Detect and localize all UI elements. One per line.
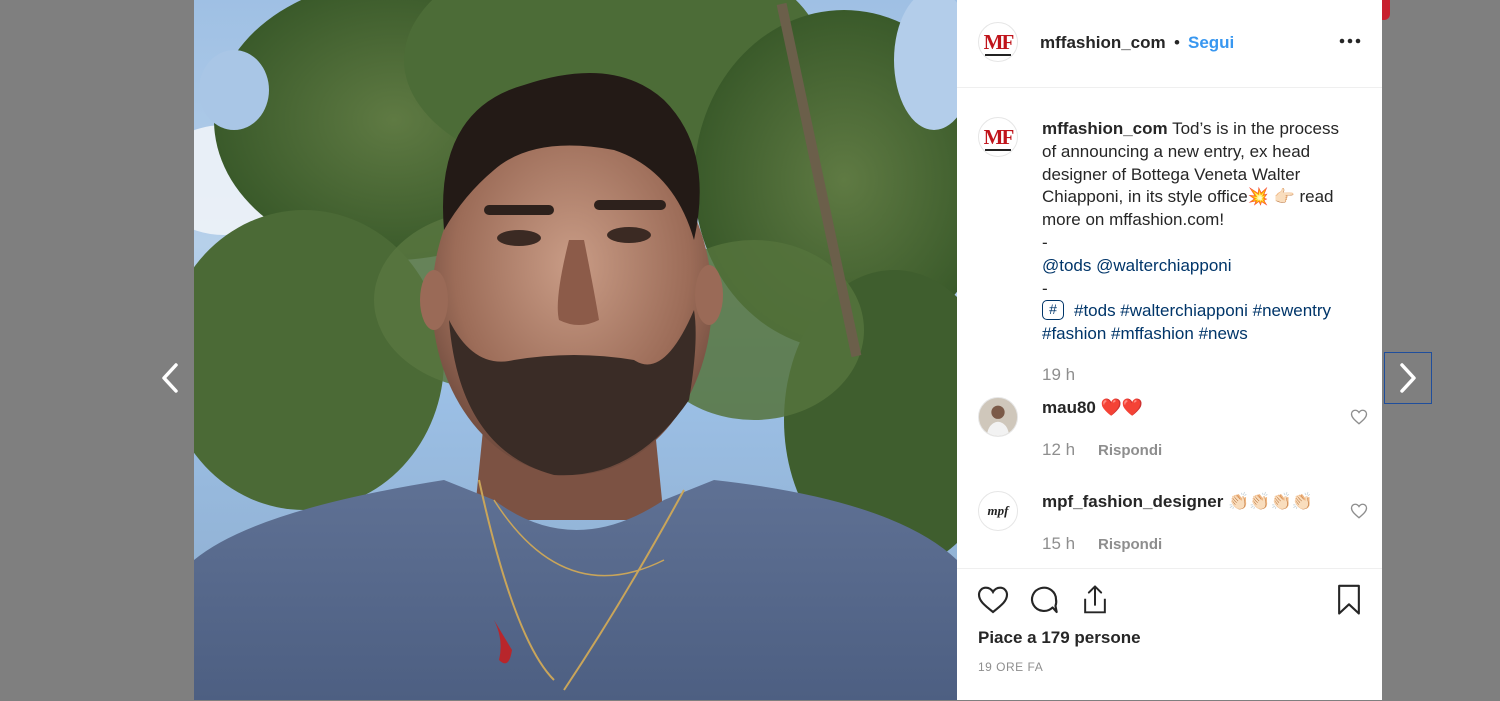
comment-like-icon[interactable]: [1350, 408, 1368, 426]
post-details-panel: MF mffashion_com • Segui MF mffashion_co…: [957, 0, 1382, 700]
caption-dash-2: -: [1042, 278, 1048, 298]
caption-dash-1: -: [1042, 232, 1048, 252]
like-button[interactable]: [976, 583, 1010, 617]
post-caption: mffashion_com Tod’s is in the process of…: [1042, 118, 1372, 346]
caption-username[interactable]: mffashion_com: [1042, 119, 1168, 138]
post-actions: Piace a 179 persone 19 ORE FA: [957, 568, 1382, 701]
comment-username[interactable]: mau80: [1042, 398, 1096, 417]
comment-icon: [1030, 586, 1058, 614]
likes-count[interactable]: Piace a 179 persone: [978, 628, 1141, 648]
previous-post-button[interactable]: [146, 352, 194, 404]
hashtag-icon: #: [1042, 300, 1064, 321]
caption-text-5: more on mffashion.com!: [1042, 210, 1225, 230]
commenter-avatar[interactable]: [978, 397, 1018, 437]
comment-1: mau80 ❤️❤️: [1042, 398, 1143, 418]
next-post-button[interactable]: [1384, 352, 1432, 404]
caption-mentions[interactable]: @tods @walterchiapponi: [1042, 255, 1372, 278]
more-horizontal-icon: [1339, 38, 1361, 44]
comment-timestamp: 15 h: [1042, 534, 1076, 553]
reply-button[interactable]: Rispondi: [1098, 442, 1162, 459]
post-photo: [194, 0, 957, 700]
more-options-button[interactable]: [1337, 28, 1363, 54]
chevron-right-icon: [1400, 363, 1416, 393]
post-header: MF mffashion_com • Segui: [957, 0, 1382, 88]
comment-like-icon[interactable]: [1350, 502, 1368, 520]
reply-button[interactable]: Rispondi: [1098, 536, 1162, 553]
person-photo-icon: [979, 398, 1017, 436]
save-button[interactable]: [1332, 583, 1366, 617]
comment-timestamp: 12 h: [1042, 440, 1076, 459]
caption-hashtags-2[interactable]: #fashion #mffashion #news: [1042, 323, 1372, 346]
commenter-avatar[interactable]: mpf: [978, 491, 1018, 531]
mf-logo: MF: [983, 29, 1014, 56]
comment-text: 👏🏻👏🏻👏🏻👏🏻: [1228, 492, 1313, 511]
follow-button[interactable]: Segui: [1188, 33, 1234, 53]
comment-2: mpf_fashion_designer 👏🏻👏🏻👏🏻👏🏻: [1042, 492, 1313, 512]
heart-icon: [977, 586, 1009, 614]
mf-logo: MF: [983, 124, 1014, 151]
comment-username[interactable]: mpf_fashion_designer: [1042, 492, 1223, 511]
caption-text-1: Tod’s is in the process: [1172, 119, 1339, 138]
bookmark-icon: [1338, 584, 1360, 615]
chevron-left-icon: [162, 363, 178, 393]
hashtags-line-1[interactable]: #tods #walterchiapponi #newentry: [1074, 301, 1331, 320]
comment-text: ❤️❤️: [1100, 398, 1143, 417]
comment-button[interactable]: [1027, 583, 1061, 617]
caption-hashtags-1: # #tods #walterchiapponi #newentry: [1042, 300, 1372, 323]
caption-author-avatar[interactable]: MF: [978, 117, 1018, 157]
caption-text-3: designer of Bottega Veneta Walter: [1042, 164, 1301, 184]
caption-text-2: of announcing a new entry, ex head: [1042, 141, 1311, 161]
caption-timestamp: 19 h: [1042, 365, 1076, 384]
author-username[interactable]: mffashion_com: [1040, 33, 1166, 53]
post-date: 19 ORE FA: [978, 660, 1044, 674]
author-avatar[interactable]: MF: [978, 22, 1018, 62]
caption-text-4: Chiapponi, in its style office💥 👉🏻 read: [1042, 187, 1334, 207]
share-button[interactable]: [1078, 583, 1112, 617]
mpf-logo: mpf: [987, 503, 1009, 518]
share-icon: [1084, 585, 1106, 614]
separator-dot: •: [1174, 33, 1180, 52]
